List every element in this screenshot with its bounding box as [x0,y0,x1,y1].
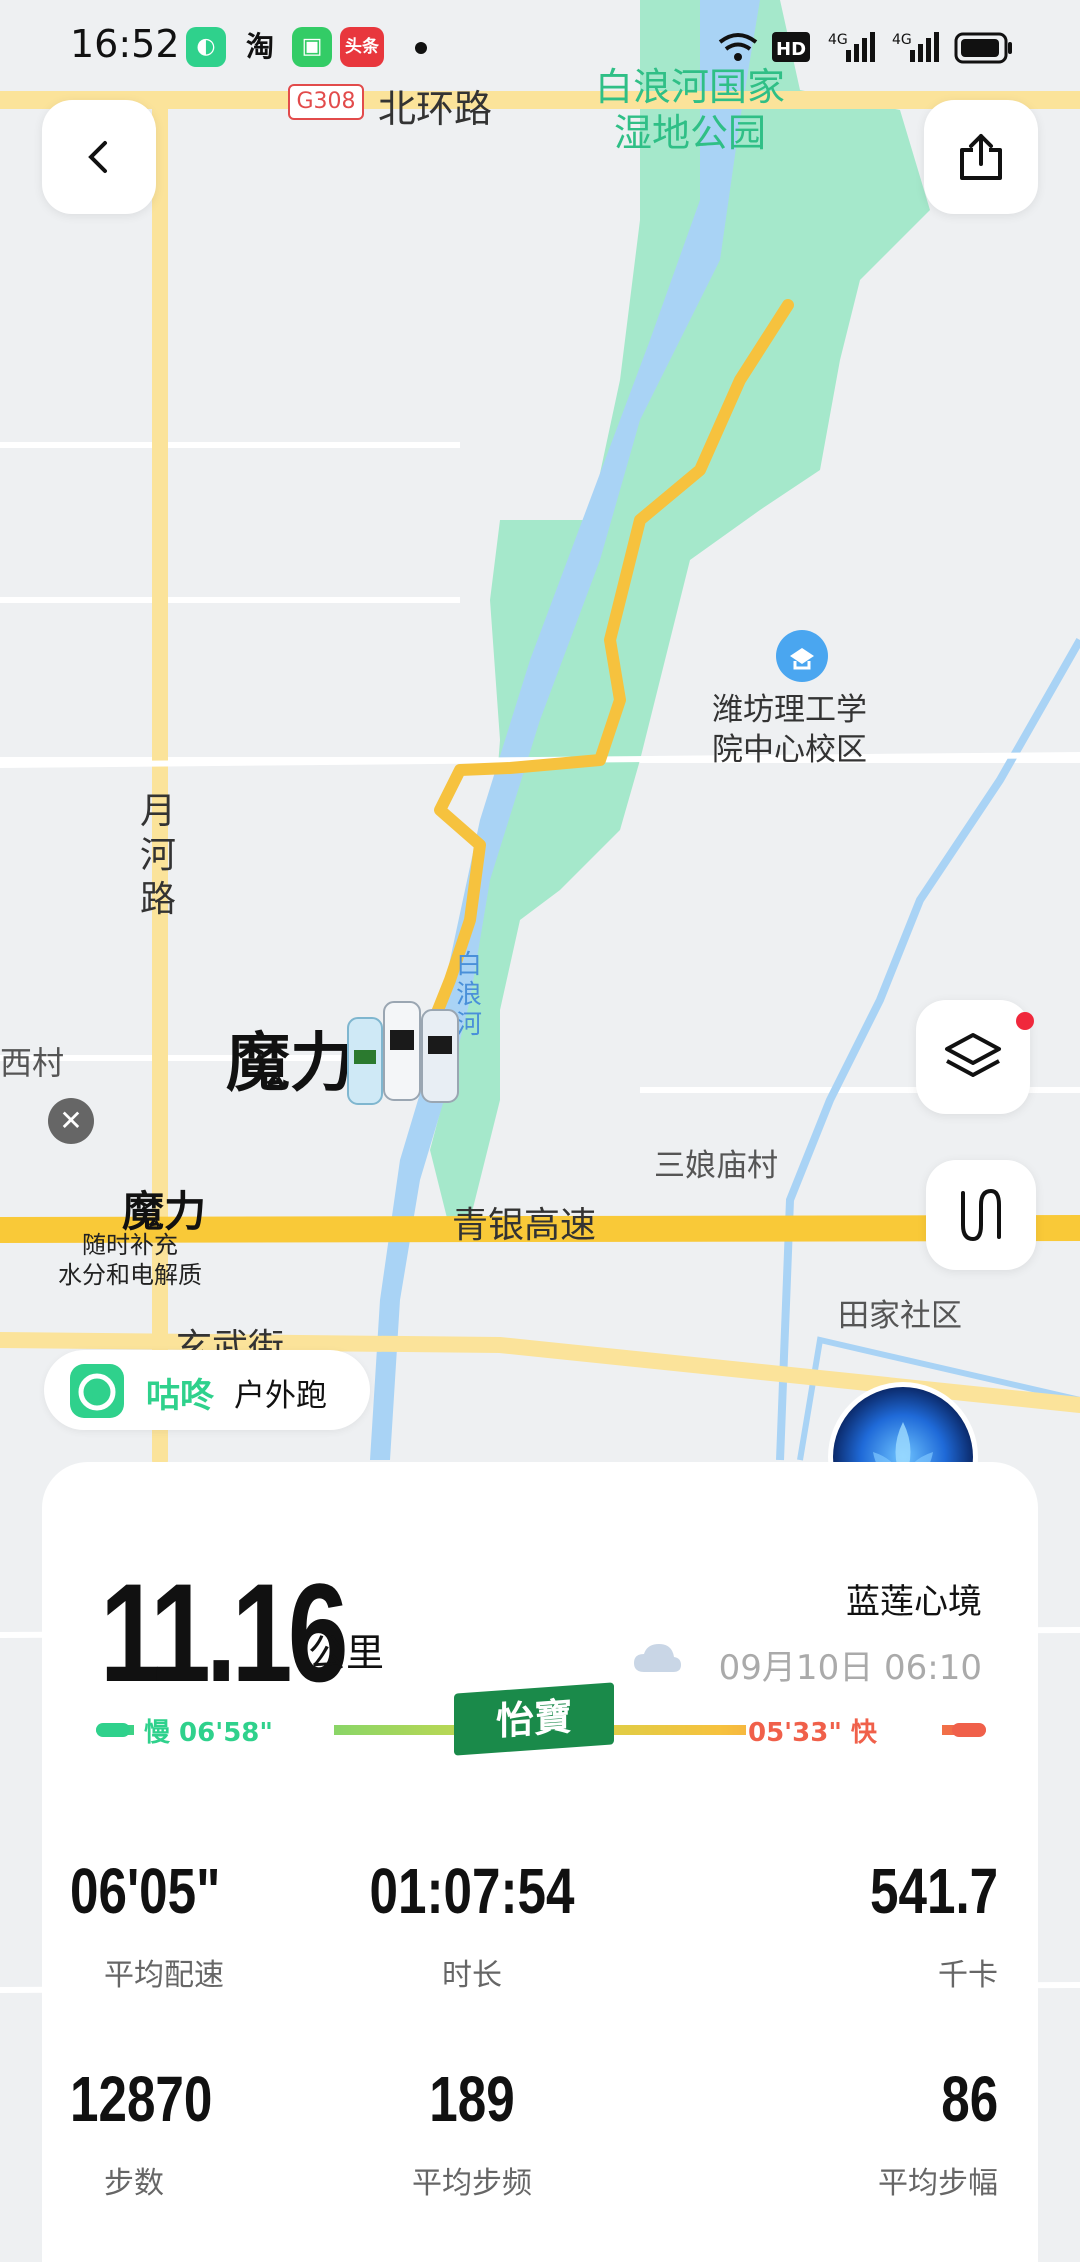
back-arrow-icon [88,141,107,173]
route-playback-button[interactable] [926,1160,1036,1270]
wifi-icon [718,33,758,61]
cadence-value: 189 [429,2063,515,2135]
status-icons: HD 4G 4G [718,32,1012,64]
toutiao-app-icon: 头条 [340,27,384,67]
road-badge: G308 [288,84,364,120]
distance-unit: 公里 [308,1631,385,1675]
avg-pace-label: 平均配速 [104,1958,224,1993]
layers-notification-dot [1016,1012,1034,1030]
ad-headline[interactable]: 魔力 [226,1012,354,1104]
ad-bottles-image[interactable] [340,990,470,1120]
battery-icon [954,32,1012,64]
share-button[interactable] [924,100,1038,214]
stride-value: 86 [941,2063,998,2135]
cadence-label: 平均步频 [412,2166,532,2201]
signal-icon-1 [846,32,875,62]
map-label-sanniang: 三娘庙村 [654,1148,778,1184]
cloud-weather-icon [634,1644,681,1672]
steps-value: 12870 [70,2063,213,2135]
duration-label: 时长 [442,1958,502,1993]
pace-slow-label: 慢 06'58" [144,1718,273,1748]
activity-type: 户外跑 [234,1378,327,1414]
layers-icon [945,1033,1001,1077]
pace-fast-label: 05'33" 快 [748,1718,877,1748]
svg-text:4G: 4G [828,32,848,48]
username[interactable]: 蓝莲心境 [846,1574,982,1623]
map-label-north-ring: 北环路 [378,87,493,131]
map-label-wetland: 白浪河国家 湿地公园 [594,65,785,155]
share-icon [960,134,1002,180]
map-label-school: 潍坊理工学 院中心校区 [712,692,867,768]
shop-app-icon: ▣ [292,27,332,67]
app-brand-pill[interactable]: 咕咚 户外跑 [44,1350,370,1430]
sponsor-name: 怡寶 [495,1693,572,1744]
map-label-yuehe-road: 月 河 路 [140,791,177,920]
close-ad-icon[interactable]: ✕ [48,1098,94,1144]
sponsor-logo[interactable]: 怡寶 [454,1682,614,1756]
signal-icon-2 [910,32,939,62]
taobao-app-icon: 淘 [245,30,274,63]
run-datetime: 09月10日 06:10 [718,1648,982,1688]
calories-value: 541.7 [869,1855,998,1927]
gudong-app-icon: ◐ [186,27,226,67]
gudong-logo-icon [70,1364,124,1418]
map-label-qingyin: 青银高速 [452,1205,597,1246]
map-layers-button[interactable] [916,1000,1030,1114]
map-label-tianjia: 田家社区 [838,1298,962,1334]
svg-text:HD: HD [776,39,806,60]
notification-dot [415,42,427,54]
calories-label: 千卡 [938,1958,998,1993]
avg-pace-value: 06'05" [70,1855,221,1927]
status-bar: 16:52 ◐ 淘 ▣ 头条 HD 4G 4G [0,0,1080,95]
map-label-xi-village: 西村 [0,1044,65,1082]
status-time: 16:52 [70,22,180,66]
svg-text:4G: 4G [892,32,912,48]
stride-label: 平均步幅 [878,2166,998,2201]
route-wave-icon [961,1188,1001,1242]
school-poi-icon[interactable] [776,630,828,682]
steps-label: 步数 [104,2166,164,2201]
ad-tagline[interactable]: 随时补充 水分和电解质 [44,1230,216,1290]
summary-card: 11.16 公里 蓝莲心境 09月10日 06:10 慢 06'58" 05'3… [42,1462,1038,2262]
back-button[interactable] [42,100,156,214]
duration-value: 01:07:54 [369,1855,575,1927]
brand-name: 咕咚 [146,1376,214,1416]
